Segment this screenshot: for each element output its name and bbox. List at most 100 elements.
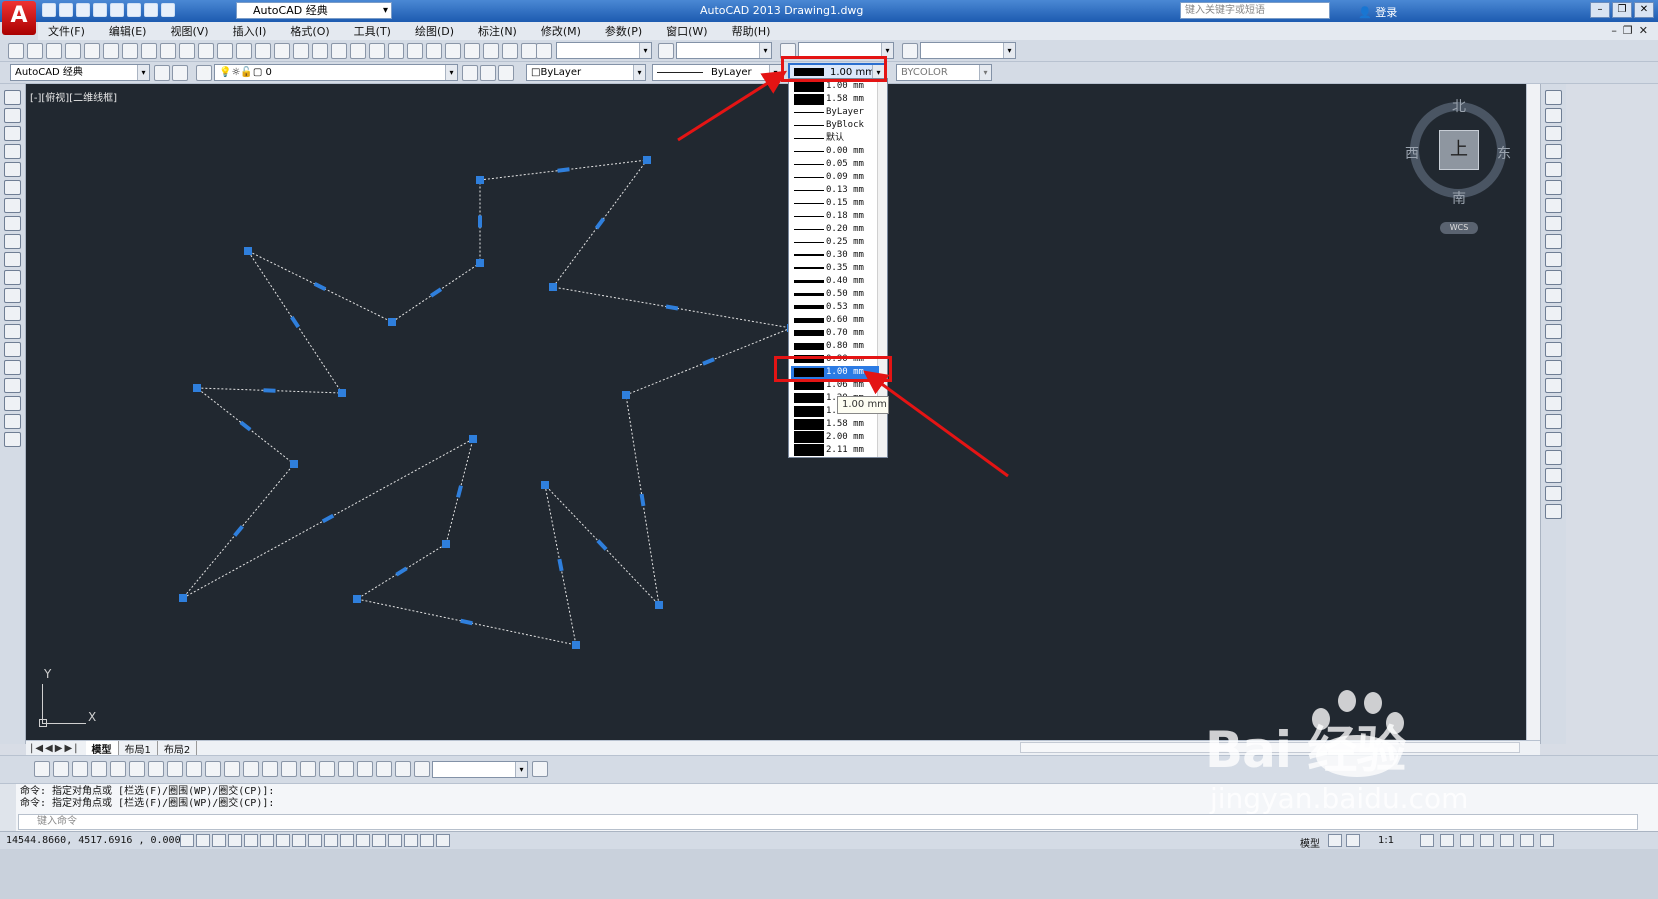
toolbar-button-icon[interactable] — [122, 43, 138, 59]
vertex-grip[interactable] — [388, 318, 396, 326]
midpoint-grip[interactable] — [594, 217, 606, 230]
draw-tool-icon[interactable] — [4, 360, 21, 375]
modify-tool-icon[interactable] — [1545, 378, 1562, 393]
midpoint-grip[interactable] — [233, 525, 244, 537]
modify-tool-icon[interactable] — [1545, 90, 1562, 105]
menu-item[interactable]: 参数(P) — [605, 23, 642, 39]
status-toggle-button[interactable] — [324, 834, 338, 847]
viewcube-east[interactable]: 东 — [1497, 143, 1511, 163]
lineweight-option[interactable]: 0.20 mm — [791, 223, 879, 236]
tab-nav-arrows[interactable]: |◀◀▶▶| — [30, 743, 80, 754]
draw-tool-icon[interactable] — [4, 378, 21, 393]
modify-tool-icon[interactable] — [1545, 270, 1562, 285]
open-file-icon[interactable] — [59, 3, 73, 17]
viewcube-north[interactable]: 北 — [1452, 96, 1466, 116]
toolbar-button-icon[interactable] — [160, 43, 176, 59]
layer-tool-icon[interactable] — [172, 65, 188, 81]
toolbar-button-icon[interactable] — [255, 43, 271, 59]
lineweight-option[interactable]: 2.00 mm — [791, 431, 879, 444]
status-toggle-button[interactable] — [356, 834, 370, 847]
toolbar-button-icon[interactable] — [658, 43, 674, 59]
linetype-combo[interactable]: ByLayer ▾ — [652, 64, 782, 81]
draw-tool-icon[interactable] — [4, 396, 21, 411]
status-tool-button[interactable] — [1440, 834, 1454, 847]
status-toggle-button[interactable] — [196, 834, 210, 847]
lineweight-option[interactable]: 2.11 mm — [791, 444, 879, 457]
dimension-tool-icon[interactable] — [532, 761, 548, 777]
menu-item[interactable]: 工具(T) — [354, 23, 391, 39]
vertex-grip[interactable] — [353, 595, 361, 603]
modify-tool-icon[interactable] — [1545, 288, 1562, 303]
modify-tool-icon[interactable] — [1545, 162, 1562, 177]
mleader-style-combo[interactable]: ▾ — [920, 42, 1016, 59]
tab-layout2[interactable]: 布局2 — [158, 740, 198, 756]
midpoint-grip[interactable] — [702, 357, 715, 366]
status-toggle-button[interactable] — [260, 834, 274, 847]
dimension-tool-icon[interactable] — [414, 761, 430, 777]
status-tool-button[interactable] — [1540, 834, 1554, 847]
dim-style-combo[interactable]: ▾ — [676, 42, 772, 59]
toolbar-button-icon[interactable] — [293, 43, 309, 59]
selected-polyline-star[interactable] — [179, 156, 795, 649]
dimension-tool-icon[interactable] — [262, 761, 278, 777]
lineweight-option[interactable]: 0.30 mm — [791, 249, 879, 262]
draw-tool-icon[interactable] — [4, 180, 21, 195]
drawing-canvas[interactable] — [26, 84, 1526, 740]
lineweight-option[interactable]: 0.05 mm — [791, 158, 879, 171]
modify-tool-icon[interactable] — [1545, 396, 1562, 411]
dimension-tool-icon[interactable] — [224, 761, 240, 777]
draw-tool-icon[interactable] — [4, 90, 21, 105]
modify-tool-icon[interactable] — [1545, 414, 1562, 429]
doc-close-button[interactable]: ✕ — [1639, 24, 1654, 37]
vertex-grip[interactable] — [193, 384, 201, 392]
restore-button[interactable]: ❐ — [1612, 2, 1632, 18]
lineweight-option[interactable]: 0.70 mm — [791, 327, 879, 340]
vertex-grip[interactable] — [541, 481, 549, 489]
login-button[interactable]: 👤 登录 — [1358, 4, 1397, 20]
undo-icon[interactable] — [144, 3, 158, 17]
viewcube-top-face[interactable]: 上 — [1439, 130, 1479, 170]
draw-tool-icon[interactable] — [4, 216, 21, 231]
dimension-tool-icon[interactable] — [148, 761, 164, 777]
midpoint-grip[interactable] — [395, 566, 408, 577]
dimension-tool-icon[interactable] — [357, 761, 373, 777]
dim-style-select[interactable]: ▾ — [432, 761, 528, 778]
modify-tool-icon[interactable] — [1545, 432, 1562, 447]
dimension-tool-icon[interactable] — [338, 761, 354, 777]
status-toggle-button[interactable] — [308, 834, 322, 847]
print-icon[interactable] — [127, 3, 141, 17]
modify-tool-icon[interactable] — [1545, 126, 1562, 141]
dimension-tool-icon[interactable] — [186, 761, 202, 777]
status-tool-button[interactable] — [1420, 834, 1434, 847]
vertex-grip[interactable] — [290, 460, 298, 468]
dimension-tool-icon[interactable] — [129, 761, 145, 777]
toolbar-button-icon[interactable] — [141, 43, 157, 59]
midpoint-grip[interactable] — [429, 287, 443, 298]
vertex-grip[interactable] — [643, 156, 651, 164]
lineweight-option[interactable]: 0.40 mm — [791, 275, 879, 288]
status-tool-button[interactable] — [1460, 834, 1474, 847]
menu-item[interactable]: 文件(F) — [48, 23, 85, 39]
menu-item[interactable]: 修改(M) — [541, 23, 581, 39]
menu-item[interactable]: 帮助(H) — [732, 23, 771, 39]
vertical-scrollbar[interactable] — [1526, 84, 1540, 740]
lineweight-option[interactable]: ByBlock — [791, 119, 879, 132]
vertex-grip[interactable] — [655, 601, 663, 609]
status-tool-button[interactable] — [1346, 834, 1360, 847]
viewcube-south[interactable]: 南 — [1452, 188, 1466, 208]
dimension-tool-icon[interactable] — [34, 761, 50, 777]
status-toggle-button[interactable] — [276, 834, 290, 847]
lineweight-option[interactable]: 0.00 mm — [791, 145, 879, 158]
draw-tool-icon[interactable] — [4, 324, 21, 339]
toolbar-button-icon[interactable] — [179, 43, 195, 59]
draw-tool-icon[interactable] — [4, 252, 21, 267]
doc-minimize-button[interactable]: – — [1611, 24, 1623, 37]
toolbar-button-icon[interactable] — [902, 43, 918, 59]
workspace-switcher[interactable]: AutoCAD 经典 — [236, 2, 392, 19]
dimension-tool-icon[interactable] — [110, 761, 126, 777]
annotation-scale[interactable]: 1:1 — [1378, 835, 1394, 846]
dimension-tool-icon[interactable] — [91, 761, 107, 777]
status-tool-button[interactable] — [1328, 834, 1342, 847]
status-toggle-button[interactable] — [180, 834, 194, 847]
modify-tool-icon[interactable] — [1545, 468, 1562, 483]
